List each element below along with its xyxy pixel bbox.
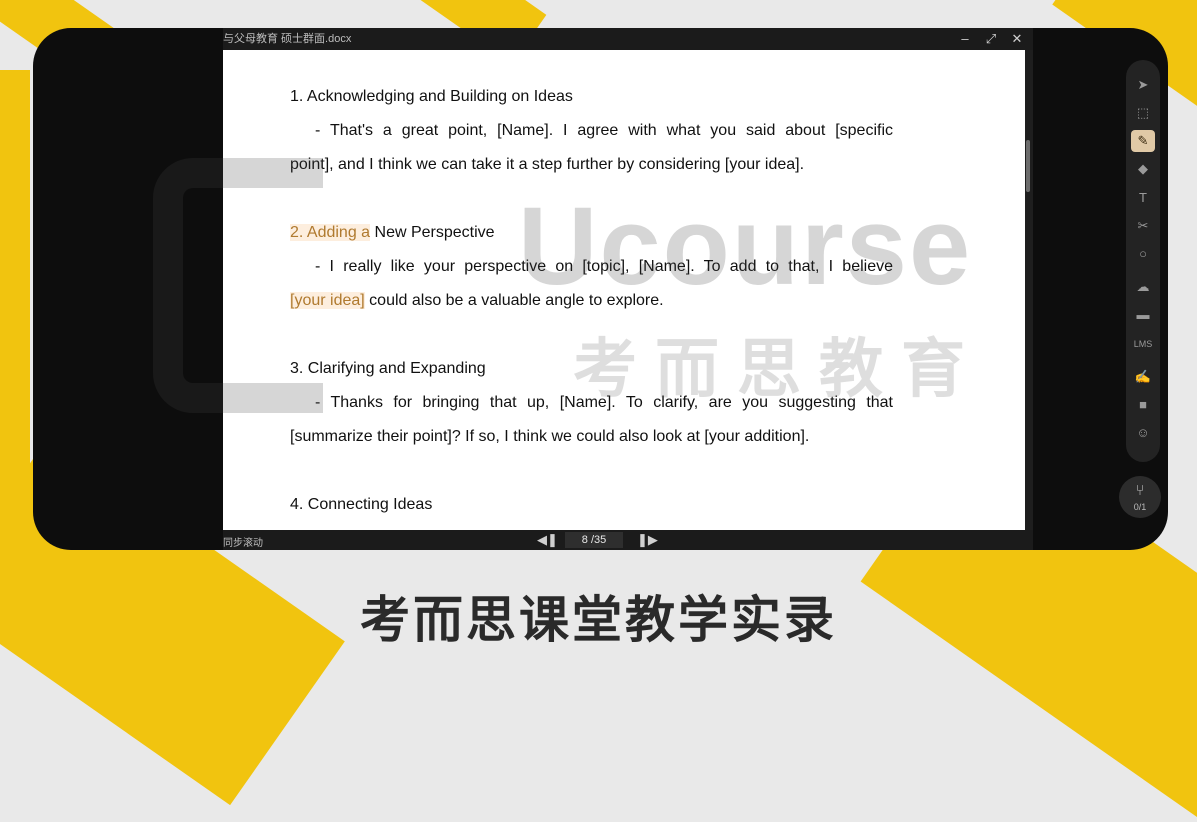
scrollbar-thumb[interactable]: [1026, 140, 1030, 192]
select-area-icon[interactable]: ⬚: [1126, 102, 1160, 124]
section-1-line-1: - That's a great point, [Name]. I agree …: [315, 122, 893, 139]
section-1-heading: 1. Acknowledging and Building on Ideas: [290, 88, 573, 105]
section-1-line-2: point], and I think we can take it a ste…: [290, 156, 805, 173]
minimize-icon[interactable]: –: [953, 28, 977, 50]
scissors-icon[interactable]: ✂: [1126, 215, 1160, 237]
lms-label[interactable]: LMS: [1126, 333, 1160, 355]
text-icon[interactable]: T: [1126, 187, 1160, 209]
pen-icon[interactable]: ✎: [1131, 130, 1155, 152]
page-navigation-bar: 同步滚动 ◀❚ 8 /35 ❚▶: [223, 530, 1033, 550]
device-frame: 与父母教育 硕士群面.docx – ⤢ ✕ 1. Acknowledging a…: [33, 28, 1168, 550]
next-page-icon[interactable]: ❚▶: [637, 532, 658, 548]
section-2-heading-rest: New Perspective: [370, 224, 495, 241]
watermark-cn: 考而思教育: [573, 333, 983, 405]
bg-stripe-left: [0, 70, 30, 530]
seat-icon: ⑂: [1135, 482, 1145, 499]
pointer-icon[interactable]: ➤: [1126, 74, 1160, 96]
window-title: 与父母教育 硕士群面.docx: [223, 33, 352, 45]
close-icon[interactable]: ✕: [1005, 28, 1029, 50]
whiteboard-toolbar: ➤ ⬚ ✎ ◆ T ✂ ○ ☁ ▬ LMS ✍ ■ ☺: [1126, 60, 1160, 462]
prev-page-icon[interactable]: ◀❚: [537, 532, 558, 548]
section-4-heading: 4. Connecting Ideas: [290, 496, 433, 513]
seat-count: 0/1: [1133, 502, 1147, 512]
watermark-logo: [153, 158, 323, 413]
sync-scroll-toggle[interactable]: 同步滚动: [223, 534, 263, 549]
page-indicator[interactable]: 8 /35: [565, 532, 623, 548]
users-icon[interactable]: ☺: [1126, 422, 1160, 444]
seat-counter[interactable]: ⑂ 0/1: [1119, 476, 1161, 518]
chat-icon[interactable]: ■: [1126, 394, 1160, 416]
eraser-icon[interactable]: ◆: [1126, 158, 1160, 180]
title-bar: 与父母教育 硕士群面.docx – ⤢ ✕: [223, 28, 1033, 50]
video-caption: 考而思课堂教学实录: [360, 591, 837, 649]
edit-icon[interactable]: ✍: [1126, 366, 1160, 388]
section-3-line-2: [summarize their point]? If so, I think …: [290, 428, 810, 445]
toolbox-icon[interactable]: ▬: [1126, 304, 1160, 326]
maximize-icon[interactable]: ⤢: [979, 28, 1003, 50]
cloud-icon[interactable]: ☁: [1126, 276, 1160, 298]
watermark-brand: Ucourse: [518, 185, 973, 308]
shape-icon[interactable]: ○: [1126, 243, 1160, 265]
